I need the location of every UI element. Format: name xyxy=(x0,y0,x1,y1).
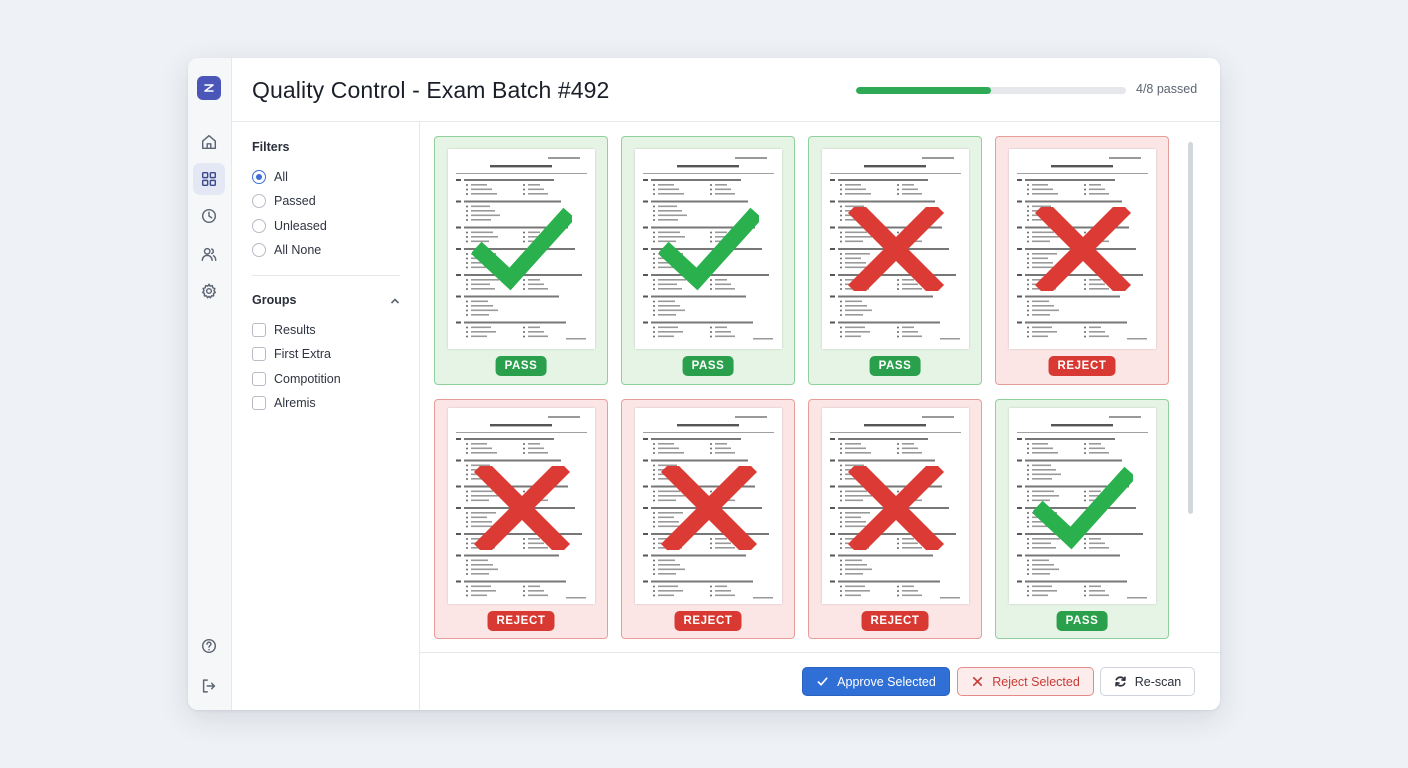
radio-button[interactable] xyxy=(252,243,266,257)
exam-card[interactable]: PASS xyxy=(621,136,795,385)
group-label: First Extra xyxy=(274,347,331,361)
users-icon[interactable] xyxy=(193,238,225,270)
status-badge: PASS xyxy=(682,356,734,376)
gear-icon[interactable] xyxy=(193,275,225,307)
cross-icon xyxy=(660,466,758,550)
group-label: Compotition xyxy=(274,372,341,386)
exam-sheet-thumbnail xyxy=(448,408,595,604)
cross-icon xyxy=(847,207,945,291)
cross-icon xyxy=(847,466,945,550)
close-icon xyxy=(973,676,983,687)
home-icon[interactable] xyxy=(193,126,225,158)
checkmark-icon xyxy=(472,207,572,291)
filter-option-all-none[interactable]: All None xyxy=(252,240,321,260)
refresh-icon xyxy=(1114,676,1126,687)
radio-button[interactable] xyxy=(252,170,266,184)
status-badge: PASS xyxy=(1056,611,1108,631)
group-label: Alremis xyxy=(274,396,316,410)
status-badge: REJECT xyxy=(674,611,742,631)
exam-card[interactable]: PASS xyxy=(808,136,982,385)
filter-option-all[interactable]: All xyxy=(252,167,288,187)
exam-sheet-thumbnail xyxy=(1009,408,1156,604)
status-badge: REJECT xyxy=(487,611,555,631)
status-badge: PASS xyxy=(495,356,547,376)
groups-heading: Groups xyxy=(252,293,297,307)
cross-icon xyxy=(473,466,571,550)
app-window: Quality Control - Exam Batch #492 4/8 pa… xyxy=(188,58,1220,710)
checkbox[interactable] xyxy=(252,396,266,410)
filter-panel: Filters All Passed Unleased All None Gro… xyxy=(232,122,420,710)
cross-icon xyxy=(1034,207,1132,291)
reject-selected-button[interactable]: Reject Selected xyxy=(957,667,1094,696)
clock-icon[interactable] xyxy=(193,200,225,232)
header: Quality Control - Exam Batch #492 4/8 pa… xyxy=(232,58,1220,122)
radio-button[interactable] xyxy=(252,219,266,233)
scrollbar[interactable] xyxy=(1188,142,1193,514)
exam-card[interactable]: REJECT xyxy=(808,399,982,639)
status-badge: REJECT xyxy=(1048,356,1116,376)
checkmark-icon xyxy=(1033,466,1133,550)
radio-button[interactable] xyxy=(252,194,266,208)
filter-option-unleased[interactable]: Unleased xyxy=(252,216,327,236)
group-item-alremis[interactable]: Alremis xyxy=(252,393,316,413)
filter-label: Unleased xyxy=(274,219,327,233)
filter-label: All None xyxy=(274,243,322,257)
filters-heading: Filters xyxy=(252,140,290,154)
status-badge: PASS xyxy=(869,356,921,376)
reject-label: Reject Selected xyxy=(992,674,1080,689)
exam-sheet-thumbnail xyxy=(822,149,969,349)
chevron-up-icon[interactable] xyxy=(388,294,402,308)
rescan-label: Re-scan xyxy=(1134,674,1182,689)
group-item-first-extra[interactable]: First Extra xyxy=(252,344,331,364)
action-bar: Approve Selected Reject Selected Re-scan xyxy=(420,652,1220,710)
exam-card[interactable]: REJECT xyxy=(995,136,1169,385)
checkmark-icon xyxy=(659,207,759,291)
exam-grid: PASS PASS PASS REJECT REJECT REJECT REJECT PASS xyxy=(420,122,1220,652)
logout-icon[interactable] xyxy=(193,670,225,702)
exam-card[interactable]: REJECT xyxy=(621,399,795,639)
exam-sheet-thumbnail xyxy=(822,408,969,604)
checkbox[interactable] xyxy=(252,347,266,361)
exam-sheet-thumbnail xyxy=(448,149,595,349)
help-icon[interactable] xyxy=(193,630,225,662)
divider xyxy=(252,275,400,276)
checkbox[interactable] xyxy=(252,372,266,386)
group-item-results[interactable]: Results xyxy=(252,320,316,340)
checkbox[interactable] xyxy=(252,323,266,337)
exam-sheet-thumbnail xyxy=(635,408,782,604)
progress-fill xyxy=(856,87,991,94)
status-badge: REJECT xyxy=(861,611,929,631)
group-label: Results xyxy=(274,323,316,337)
exam-card[interactable]: PASS xyxy=(995,399,1169,639)
exam-card[interactable]: REJECT xyxy=(434,399,608,639)
group-item-compotition[interactable]: Compotition xyxy=(252,369,341,389)
progress-text: 4/8 passed xyxy=(1136,82,1198,96)
icon-rail xyxy=(188,58,232,710)
approve-selected-button[interactable]: Approve Selected xyxy=(802,667,950,696)
rescan-button[interactable]: Re-scan xyxy=(1100,667,1195,696)
filter-label: Passed xyxy=(274,194,316,208)
approve-label: Approve Selected xyxy=(837,674,936,689)
exam-card[interactable]: PASS xyxy=(434,136,608,385)
exam-sheet-thumbnail xyxy=(635,149,782,349)
grid-icon[interactable] xyxy=(193,163,225,195)
exam-sheet-thumbnail xyxy=(1009,149,1156,349)
filter-label: All xyxy=(274,170,288,184)
progress-bar xyxy=(856,87,1126,94)
check-icon xyxy=(817,677,828,686)
app-logo-icon xyxy=(197,76,221,100)
filter-option-passed[interactable]: Passed xyxy=(252,191,316,211)
page-title: Quality Control - Exam Batch #492 xyxy=(252,77,610,103)
